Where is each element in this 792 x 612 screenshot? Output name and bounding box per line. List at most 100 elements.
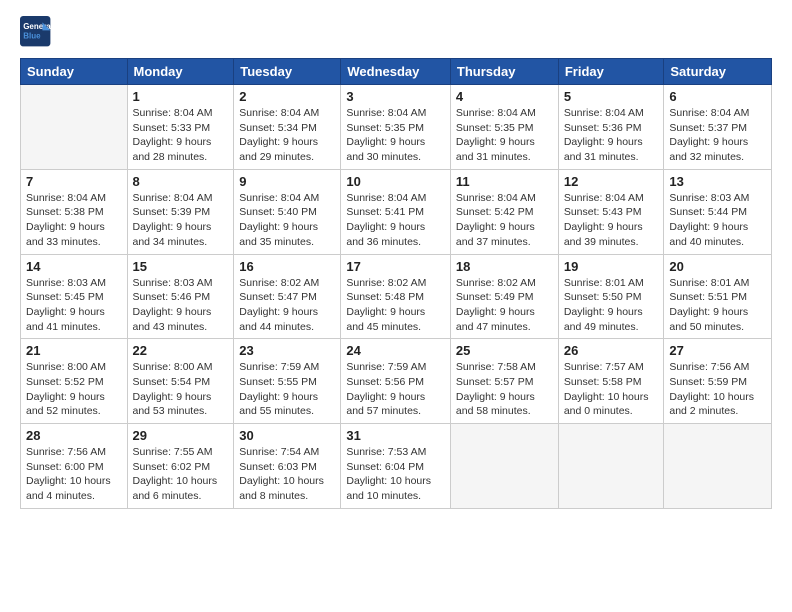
day-number: 21 [26, 343, 122, 358]
calendar-cell: 7 Sunrise: 8:04 AM Sunset: 5:38 PM Daylig… [21, 169, 128, 254]
day-number: 1 [133, 89, 229, 104]
calendar-week-3: 14 Sunrise: 8:03 AM Sunset: 5:45 PM Dayli… [21, 254, 772, 339]
logo-icon: General Blue [20, 16, 52, 48]
weekday-header-saturday: Saturday [664, 59, 772, 85]
calendar-cell [450, 424, 558, 509]
weekday-header-wednesday: Wednesday [341, 59, 451, 85]
day-info: Sunrise: 8:04 AM Sunset: 5:37 PM Dayligh… [669, 106, 766, 165]
calendar-week-2: 7 Sunrise: 8:04 AM Sunset: 5:38 PM Daylig… [21, 169, 772, 254]
weekday-header-sunday: Sunday [21, 59, 128, 85]
day-number: 20 [669, 259, 766, 274]
day-number: 10 [346, 174, 445, 189]
day-number: 12 [564, 174, 659, 189]
day-info: Sunrise: 8:04 AM Sunset: 5:34 PM Dayligh… [239, 106, 335, 165]
calendar-cell: 2 Sunrise: 8:04 AM Sunset: 5:34 PM Daylig… [234, 85, 341, 170]
day-info: Sunrise: 8:04 AM Sunset: 5:33 PM Dayligh… [133, 106, 229, 165]
day-number: 22 [133, 343, 229, 358]
day-number: 15 [133, 259, 229, 274]
day-info: Sunrise: 7:58 AM Sunset: 5:57 PM Dayligh… [456, 360, 553, 419]
calendar-cell: 11Sunrise: 8:04 AM Sunset: 5:42 PM Dayli… [450, 169, 558, 254]
day-info: Sunrise: 8:00 AM Sunset: 5:54 PM Dayligh… [133, 360, 229, 419]
calendar-cell: 10Sunrise: 8:04 AM Sunset: 5:41 PM Dayli… [341, 169, 451, 254]
day-info: Sunrise: 8:01 AM Sunset: 5:50 PM Dayligh… [564, 276, 659, 335]
day-number: 18 [456, 259, 553, 274]
day-info: Sunrise: 8:02 AM Sunset: 5:47 PM Dayligh… [239, 276, 335, 335]
day-info: Sunrise: 7:55 AM Sunset: 6:02 PM Dayligh… [133, 445, 229, 504]
day-info: Sunrise: 8:03 AM Sunset: 5:46 PM Dayligh… [133, 276, 229, 335]
weekday-header-friday: Friday [558, 59, 664, 85]
day-number: 16 [239, 259, 335, 274]
calendar-cell: 18 Sunrise: 8:02 AM Sunset: 5:49 PM Dayli… [450, 254, 558, 339]
calendar-cell: 9 Sunrise: 8:04 AM Sunset: 5:40 PM Daylig… [234, 169, 341, 254]
day-info: Sunrise: 8:04 AM Sunset: 5:35 PM Dayligh… [346, 106, 445, 165]
calendar-cell: 31Sunrise: 7:53 AM Sunset: 6:04 PM Dayli… [341, 424, 451, 509]
day-number: 23 [239, 343, 335, 358]
day-number: 4 [456, 89, 553, 104]
day-number: 2 [239, 89, 335, 104]
calendar-cell [21, 85, 128, 170]
day-number: 28 [26, 428, 122, 443]
day-number: 8 [133, 174, 229, 189]
calendar-week-5: 28 Sunrise: 7:56 AM Sunset: 6:00 PM Dayli… [21, 424, 772, 509]
day-info: Sunrise: 8:04 AM Sunset: 5:36 PM Dayligh… [564, 106, 659, 165]
day-info: Sunrise: 7:59 AM Sunset: 5:56 PM Dayligh… [346, 360, 445, 419]
day-number: 30 [239, 428, 335, 443]
day-info: Sunrise: 7:56 AM Sunset: 6:00 PM Dayligh… [26, 445, 122, 504]
day-number: 7 [26, 174, 122, 189]
day-number: 9 [239, 174, 335, 189]
calendar-cell: 22 Sunrise: 8:00 AM Sunset: 5:54 PM Dayli… [127, 339, 234, 424]
day-number: 5 [564, 89, 659, 104]
day-number: 3 [346, 89, 445, 104]
logo: General Blue [20, 16, 56, 48]
calendar-header-row: SundayMondayTuesdayWednesdayThursdayFrid… [21, 59, 772, 85]
day-number: 13 [669, 174, 766, 189]
day-info: Sunrise: 7:57 AM Sunset: 5:58 PM Dayligh… [564, 360, 659, 419]
day-info: Sunrise: 8:04 AM Sunset: 5:42 PM Dayligh… [456, 191, 553, 250]
header: General Blue [20, 16, 772, 48]
day-info: Sunrise: 8:04 AM Sunset: 5:38 PM Dayligh… [26, 191, 122, 250]
day-number: 31 [346, 428, 445, 443]
weekday-header-monday: Monday [127, 59, 234, 85]
calendar-cell [558, 424, 664, 509]
day-number: 24 [346, 343, 445, 358]
calendar-cell: 12 Sunrise: 8:04 AM Sunset: 5:43 PM Dayli… [558, 169, 664, 254]
day-number: 26 [564, 343, 659, 358]
calendar-week-1: 1 Sunrise: 8:04 AM Sunset: 5:33 PM Daylig… [21, 85, 772, 170]
day-info: Sunrise: 8:03 AM Sunset: 5:45 PM Dayligh… [26, 276, 122, 335]
calendar-cell: 14 Sunrise: 8:03 AM Sunset: 5:45 PM Dayli… [21, 254, 128, 339]
calendar-cell: 1 Sunrise: 8:04 AM Sunset: 5:33 PM Daylig… [127, 85, 234, 170]
calendar-cell: 13 Sunrise: 8:03 AM Sunset: 5:44 PM Dayli… [664, 169, 772, 254]
day-number: 6 [669, 89, 766, 104]
calendar-cell: 16 Sunrise: 8:02 AM Sunset: 5:47 PM Dayli… [234, 254, 341, 339]
day-info: Sunrise: 8:02 AM Sunset: 5:48 PM Dayligh… [346, 276, 445, 335]
day-info: Sunrise: 7:54 AM Sunset: 6:03 PM Dayligh… [239, 445, 335, 504]
day-info: Sunrise: 8:04 AM Sunset: 5:40 PM Dayligh… [239, 191, 335, 250]
calendar-cell: 17 Sunrise: 8:02 AM Sunset: 5:48 PM Dayli… [341, 254, 451, 339]
calendar-cell: 5 Sunrise: 8:04 AM Sunset: 5:36 PM Daylig… [558, 85, 664, 170]
calendar-cell: 25Sunrise: 7:58 AM Sunset: 5:57 PM Dayli… [450, 339, 558, 424]
day-info: Sunrise: 8:04 AM Sunset: 5:43 PM Dayligh… [564, 191, 659, 250]
calendar-cell: 3 Sunrise: 8:04 AM Sunset: 5:35 PM Daylig… [341, 85, 451, 170]
day-number: 17 [346, 259, 445, 274]
day-info: Sunrise: 8:04 AM Sunset: 5:39 PM Dayligh… [133, 191, 229, 250]
day-info: Sunrise: 8:01 AM Sunset: 5:51 PM Dayligh… [669, 276, 766, 335]
calendar-cell: 4 Sunrise: 8:04 AM Sunset: 5:35 PM Daylig… [450, 85, 558, 170]
day-info: Sunrise: 8:04 AM Sunset: 5:35 PM Dayligh… [456, 106, 553, 165]
weekday-header-tuesday: Tuesday [234, 59, 341, 85]
calendar-cell: 23Sunrise: 7:59 AM Sunset: 5:55 PM Dayli… [234, 339, 341, 424]
calendar-cell: 8 Sunrise: 8:04 AM Sunset: 5:39 PM Daylig… [127, 169, 234, 254]
calendar-week-4: 21Sunrise: 8:00 AM Sunset: 5:52 PM Dayli… [21, 339, 772, 424]
day-info: Sunrise: 8:03 AM Sunset: 5:44 PM Dayligh… [669, 191, 766, 250]
day-info: Sunrise: 8:02 AM Sunset: 5:49 PM Dayligh… [456, 276, 553, 335]
day-number: 14 [26, 259, 122, 274]
calendar-table: SundayMondayTuesdayWednesdayThursdayFrid… [20, 58, 772, 509]
calendar-cell: 30 Sunrise: 7:54 AM Sunset: 6:03 PM Dayli… [234, 424, 341, 509]
calendar-cell: 19Sunrise: 8:01 AM Sunset: 5:50 PM Dayli… [558, 254, 664, 339]
weekday-header-thursday: Thursday [450, 59, 558, 85]
day-number: 29 [133, 428, 229, 443]
page: General Blue SundayMondayTuesdayWednesda… [0, 0, 792, 519]
calendar-cell: 15 Sunrise: 8:03 AM Sunset: 5:46 PM Dayli… [127, 254, 234, 339]
calendar-cell: 20 Sunrise: 8:01 AM Sunset: 5:51 PM Dayli… [664, 254, 772, 339]
day-info: Sunrise: 7:56 AM Sunset: 5:59 PM Dayligh… [669, 360, 766, 419]
calendar-cell: 24 Sunrise: 7:59 AM Sunset: 5:56 PM Dayli… [341, 339, 451, 424]
